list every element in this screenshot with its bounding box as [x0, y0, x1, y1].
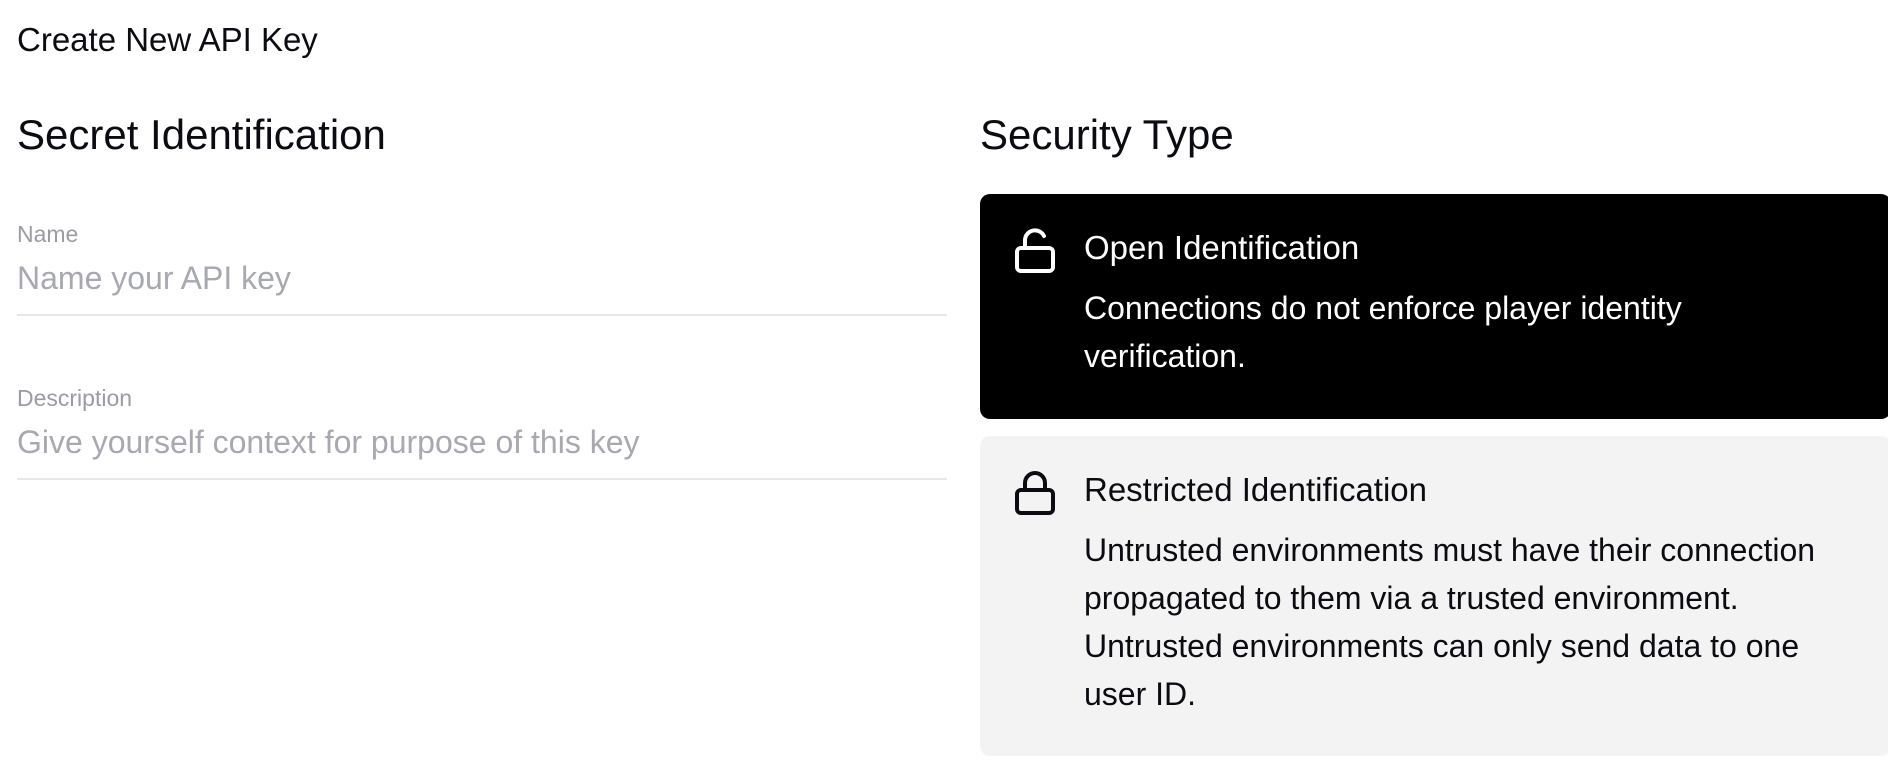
secret-identification-section: Secret Identification Name Description: [17, 110, 947, 756]
page-title: Create New API Key: [17, 21, 318, 58]
secret-identification-heading: Secret Identification: [17, 111, 386, 158]
option-open-title: Open Identification: [1084, 229, 1360, 266]
name-input[interactable]: [17, 258, 947, 298]
option-open-identification[interactable]: Open Identification Connections do not e…: [980, 194, 1888, 419]
option-restricted-description: Untrusted environments must have their c…: [1084, 532, 1816, 712]
form-columns: Secret Identification Name Description S…: [17, 110, 1888, 756]
description-input[interactable]: [17, 422, 947, 462]
option-restricted-identification[interactable]: Restricted Identification Untrusted envi…: [980, 436, 1888, 756]
option-restricted-body: Restricted Identification Untrusted envi…: [1084, 470, 1844, 718]
option-restricted-title: Restricted Identification: [1084, 471, 1428, 508]
create-api-key-page: Create New API Key Secret Identification…: [0, 0, 1888, 766]
option-open-description: Connections do not enforce player identi…: [1084, 290, 1682, 374]
lock-icon: [1015, 471, 1055, 515]
name-label: Name: [17, 221, 79, 247]
option-open-body: Open Identification Connections do not e…: [1084, 228, 1844, 380]
unlock-icon: [1015, 228, 1055, 273]
security-type-heading: Security Type: [980, 111, 1234, 158]
description-label: Description: [17, 385, 133, 411]
description-field: Description: [17, 384, 947, 480]
security-type-section: Security Type Open Identification Connec…: [980, 110, 1888, 756]
name-field: Name: [17, 220, 947, 316]
